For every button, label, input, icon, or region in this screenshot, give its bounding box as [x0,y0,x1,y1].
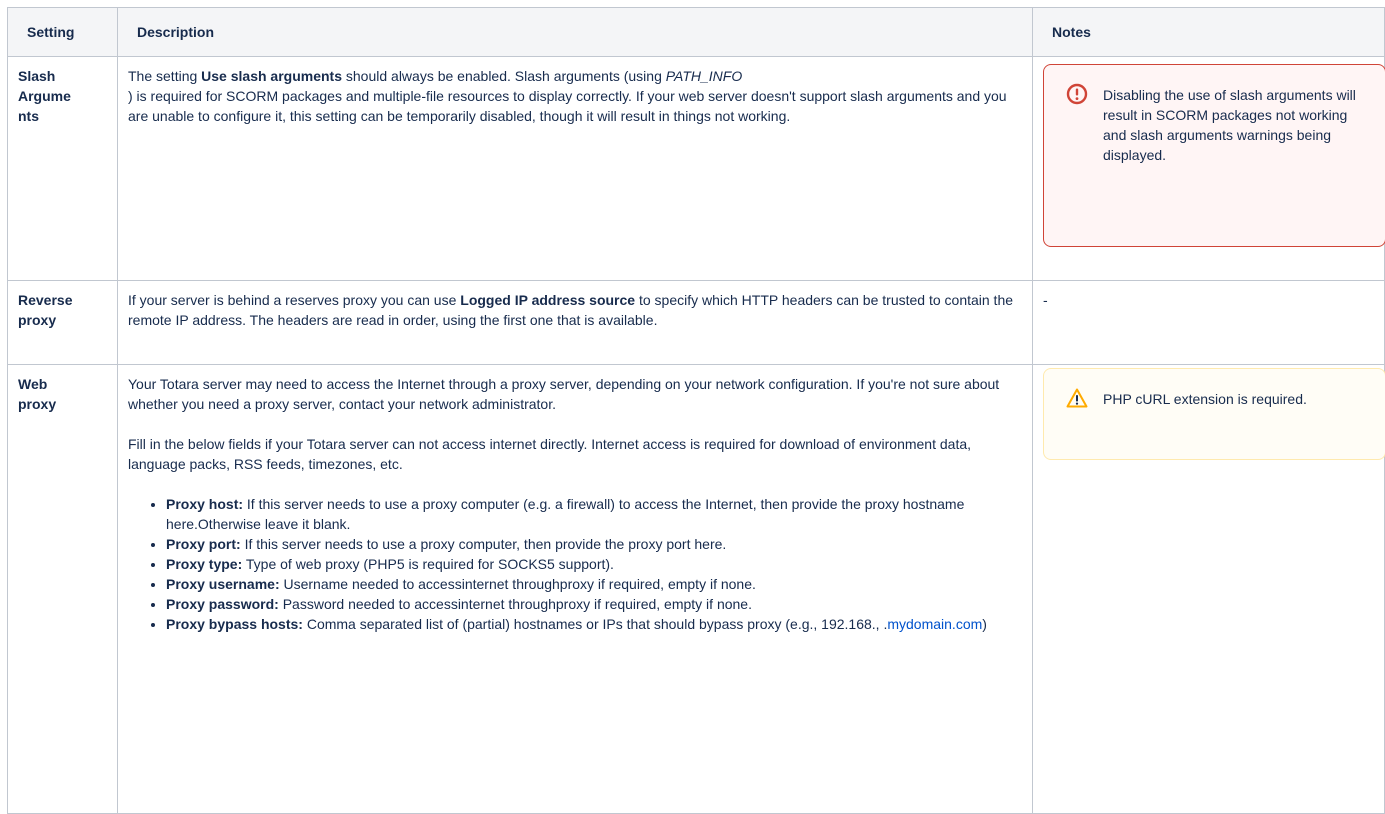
list-item: Proxy host: If this server needs to use … [166,494,1022,534]
description-cell: If your server is behind a reserves prox… [117,280,1033,365]
list-item-text: If this server needs to use a proxy comp… [166,496,965,532]
text-span: should always be enabled. Slash argument… [342,68,666,84]
description-cell: Your Totara server may need to access th… [117,364,1033,814]
warning-triangle-icon [1066,388,1088,408]
setting-name-line: proxy [18,396,57,412]
description-cell: The setting Use slash arguments should a… [117,56,1033,281]
setting-reference: Logged IP address source [460,292,636,308]
error-panel-text: Disabling the use of slash arguments wil… [1103,87,1356,163]
table-row: Web proxy Your Totara server may need to… [7,364,1385,814]
setting-reference: Use slash arguments [201,68,342,84]
description-text: The setting Use slash arguments should a… [128,66,1022,126]
setting-name-line: Reverse [18,292,73,308]
description-paragraph: Your Totara server may need to access th… [128,376,1000,412]
list-item-text: If this server needs to use a proxy comp… [240,536,727,552]
list-item-label: Proxy host: [166,496,244,512]
warning-panel: PHP cURL extension is required. [1043,368,1385,460]
settings-table: Setting Description Notes Slash Argume n… [7,7,1385,814]
setting-name-line: nts [18,108,39,124]
list-item-label: Proxy port: [166,536,241,552]
setting-name-line: Argume [18,88,71,104]
table-header-row: Setting Description Notes [7,7,1385,57]
list-item: Proxy type: Type of web proxy (PHP5 is r… [166,554,1022,574]
mydomain-link[interactable]: mydomain.com [887,616,982,632]
setting-name-cell: Reverse proxy [7,280,118,365]
list-item: Proxy bypass hosts: Comma separated list… [166,614,1022,634]
list-item-label: Proxy bypass hosts: [166,616,303,632]
notes-cell: - [1032,280,1385,365]
setting-name-line: Web [18,376,48,392]
setting-name-cell: Slash Argume nts [7,56,118,281]
table-row: Slash Argume nts The setting Use slash a… [7,56,1385,281]
list-item-label: Proxy password: [166,596,279,612]
column-header-notes: Notes [1032,7,1385,57]
column-header-description: Description [117,7,1033,57]
setting-name-line: Slash [18,68,56,84]
list-item-text: Password needed to accessinternet throug… [278,596,752,612]
proxy-settings-list: Proxy host: If this server needs to use … [128,494,1022,634]
text-span: ) is required for SCORM packages and mul… [128,88,1007,124]
list-item-text: Username needed to accessinternet throug… [279,576,756,592]
list-item: Proxy username: Username needed to acces… [166,574,1022,594]
list-item: Proxy password: Password needed to acces… [166,594,1022,614]
empty-note-dash: - [1043,292,1048,308]
code-reference: PATH_INFO [665,68,743,84]
list-item-text: Comma separated list of (partial) hostna… [302,616,888,632]
table-row: Reverse proxy If your server is behind a… [7,280,1385,365]
description-paragraph: Fill in the below fields if your Totara … [128,436,972,472]
error-circle-icon [1066,83,1088,105]
list-item: Proxy port: If this server needs to use … [166,534,1022,554]
warning-panel-text: PHP cURL extension is required. [1103,391,1307,407]
description-text: If your server is behind a reserves prox… [128,290,1022,330]
text-span: The setting [128,68,202,84]
list-item-label: Proxy type: [166,556,243,572]
notes-cell: PHP cURL extension is required. [1032,364,1385,814]
error-panel: Disabling the use of slash arguments wil… [1043,64,1385,247]
notes-cell: Disabling the use of slash arguments wil… [1032,56,1385,281]
list-item-text: Type of web proxy (PHP5 is required for … [242,556,614,572]
text-span: If your server is behind a reserves prox… [128,292,461,308]
column-header-setting: Setting [7,7,118,57]
setting-name-cell: Web proxy [7,364,118,814]
list-item-text: ) [982,616,987,632]
list-item-label: Proxy username: [166,576,280,592]
setting-name-line: proxy [18,312,57,328]
